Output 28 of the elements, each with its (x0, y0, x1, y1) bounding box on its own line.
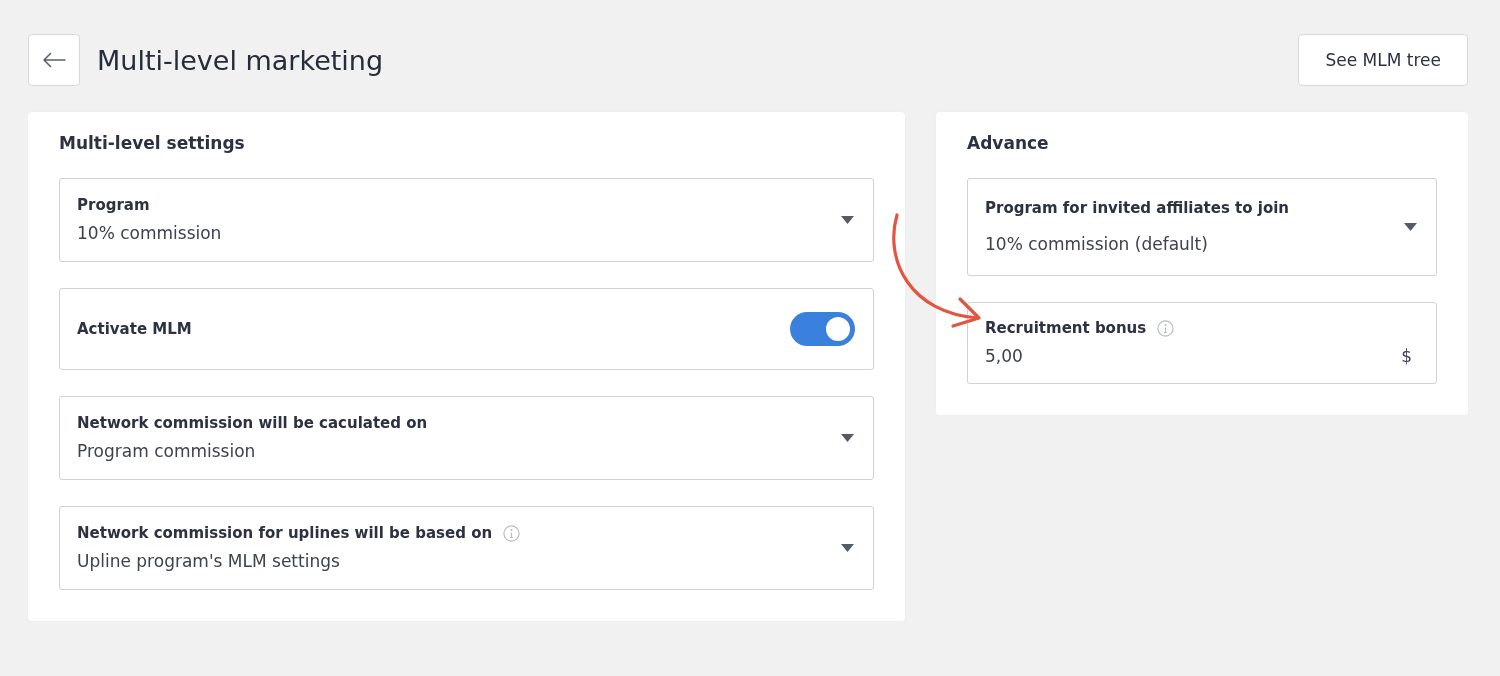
toggle-switch[interactable] (790, 312, 855, 346)
field-label: Program (77, 195, 150, 215)
dropdown[interactable]: Program for invited affiliates to join 10% commission (default) (967, 178, 1437, 276)
caret-icon (841, 216, 854, 224)
field-label: Network commission for uplines will be based on (77, 523, 493, 543)
amount-field[interactable]: Recruitment bonus 5,00 $ (967, 302, 1437, 384)
field-label: Recruitment bonus (985, 318, 1147, 338)
caret-icon (841, 434, 854, 442)
amount-input[interactable]: 5,00 (985, 344, 1394, 368)
caret-icon (841, 544, 854, 552)
selected-value: Upline program's MLM settings (77, 550, 341, 573)
arrow-left-icon (42, 52, 66, 68)
selected-value: 10% commission (default) (985, 233, 1209, 256)
dropdown[interactable]: Network commission for uplines will be based on Upline program's MLM settings (59, 506, 874, 590)
see-tree-button[interactable]: See MLM tree (1298, 34, 1468, 86)
dropdown[interactable]: Program 10% commission (59, 178, 874, 262)
card-title: Advance (967, 132, 1050, 154)
currency-suffix: $ (1401, 345, 1412, 368)
caret-icon (1404, 223, 1417, 231)
dropdown[interactable]: Network commission will be caculated on Program commission (59, 396, 874, 480)
back-button[interactable] (28, 34, 80, 86)
field-label: Program for invited affiliates to join (985, 198, 1289, 218)
selected-value: Program commission (77, 440, 257, 463)
card-title: Multi-level settings (59, 132, 246, 154)
field-label: Activate MLM (77, 319, 192, 339)
page-title: Multi-level marketing (97, 44, 384, 76)
field-label: Network commission will be caculated on (77, 413, 428, 433)
selected-value: 10% commission (77, 222, 223, 245)
